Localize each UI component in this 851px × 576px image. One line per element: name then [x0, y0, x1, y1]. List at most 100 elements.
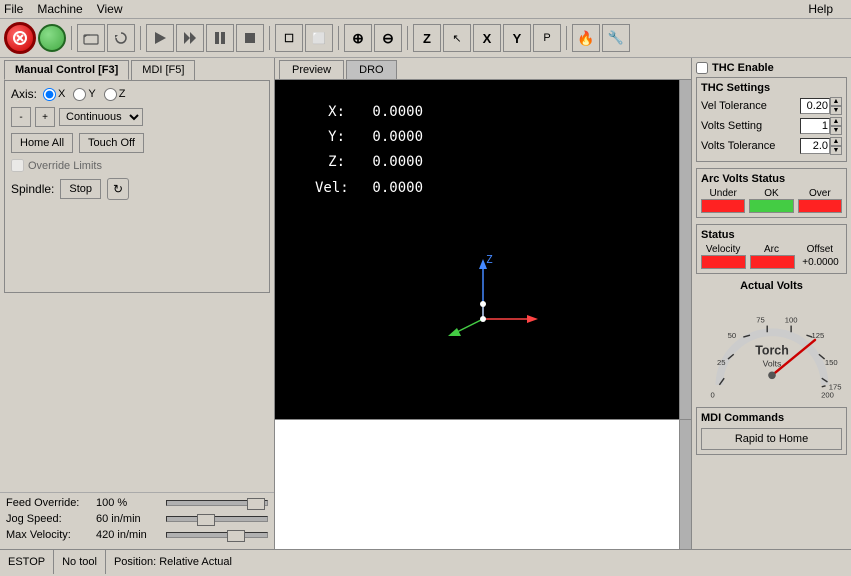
menu-machine[interactable]: Machine — [37, 2, 82, 16]
feed-override-value: 100 % — [96, 497, 166, 509]
vel-tolerance-input[interactable] — [800, 98, 830, 114]
open-button[interactable] — [77, 24, 105, 52]
tool-y[interactable]: Y — [503, 24, 531, 52]
thc-settings-frame: THC Settings Vel Tolerance ▲ ▼ Volts Set… — [696, 77, 847, 162]
tool-x[interactable]: X — [473, 24, 501, 52]
main-layout: Manual Control [F3] MDI [F5] Axis: X Y Z — [0, 58, 851, 549]
reload-button[interactable] — [107, 24, 135, 52]
menu-file[interactable]: File — [4, 2, 23, 16]
axis-x-radio[interactable]: X — [43, 88, 65, 101]
tool-z[interactable]: Z — [413, 24, 441, 52]
touch-off-button[interactable]: Touch Off — [79, 133, 144, 153]
arc-under-light — [701, 199, 745, 213]
feed-override-thumb[interactable] — [247, 498, 265, 510]
rapid-to-home-button[interactable]: Rapid to Home — [701, 428, 842, 450]
jog-speed-thumb[interactable] — [197, 514, 215, 526]
run-button[interactable] — [146, 24, 174, 52]
volts-tolerance-input[interactable] — [800, 138, 830, 154]
jog-speed-track[interactable] — [166, 516, 268, 522]
tool-btn-2[interactable]: ⬜ — [305, 24, 333, 52]
x-label: X: — [315, 100, 345, 125]
volts-tolerance-down[interactable]: ▼ — [830, 146, 842, 155]
volts-tolerance-up[interactable]: ▲ — [830, 137, 842, 146]
arc-status-labels: Under OK Over — [701, 188, 842, 199]
tab-mdi[interactable]: MDI [F5] — [131, 60, 195, 80]
mdi-title: MDI Commands — [701, 412, 842, 424]
vel-coord-row: Vel: 0.0000 — [315, 176, 423, 201]
vel-tolerance-spinbox: ▲ ▼ — [800, 97, 842, 115]
svg-text:25: 25 — [717, 358, 726, 367]
panel-tabs: Manual Control [F3] MDI [F5] — [0, 58, 274, 80]
log-area[interactable] — [275, 419, 691, 549]
manual-control-content: Axis: X Y Z - + Cont — [4, 80, 270, 293]
volts-setting-spinbox: ▲ ▼ — [800, 117, 842, 135]
volts-tolerance-spin-btns: ▲ ▼ — [830, 137, 842, 155]
arc-status-light — [750, 255, 795, 269]
jog-speed-value: 60 in/min — [96, 513, 166, 525]
arc-volts-frame: Arc Volts Status Under OK Over — [696, 168, 847, 218]
statusbar: ESTOP No tool Position: Relative Actual — [0, 549, 851, 574]
svg-text:200: 200 — [821, 390, 834, 399]
y-value: 0.0000 — [353, 125, 423, 150]
offset-label: Offset — [798, 244, 842, 255]
volts-setting-row: Volts Setting ▲ ▼ — [701, 117, 842, 135]
feed-override-row: Feed Override: 100 % — [6, 497, 268, 509]
gauge-title: Actual Volts — [740, 280, 803, 292]
feed-override-label: Feed Override: — [6, 497, 96, 509]
max-velocity-thumb[interactable] — [227, 530, 245, 542]
axis-z-radio[interactable]: Z — [104, 88, 126, 101]
jog-minus-button[interactable]: - — [11, 107, 31, 127]
volts-setting-input[interactable] — [800, 118, 830, 134]
volts-tolerance-label: Volts Tolerance — [701, 140, 775, 152]
spindle-icon[interactable]: ↻ — [107, 178, 129, 200]
viewport-scrollbar[interactable] — [679, 80, 691, 419]
arc-under-label: Under — [701, 188, 745, 199]
center-area: Preview DRO X: 0.0000 Y: 0.0000 Z: 0.000… — [275, 58, 691, 549]
jog-mode-select[interactable]: Continuous Incremental — [59, 108, 143, 126]
tab-preview[interactable]: Preview — [279, 60, 344, 79]
volts-setting-up[interactable]: ▲ — [830, 117, 842, 126]
tool-p[interactable]: P — [533, 24, 561, 52]
thc-enable-checkbox[interactable] — [696, 62, 708, 74]
estop-button[interactable] — [4, 22, 36, 54]
axis-y-radio[interactable]: Y — [73, 88, 95, 101]
vel-tolerance-up[interactable]: ▲ — [830, 97, 842, 106]
home-all-button[interactable]: Home All — [11, 133, 73, 153]
arc-volts-title: Arc Volts Status — [701, 173, 842, 185]
tool-btn-plus[interactable]: ⊕ — [344, 24, 372, 52]
status-labels: Velocity Arc Offset — [701, 244, 842, 255]
volts-setting-down[interactable]: ▼ — [830, 126, 842, 135]
tool-wrench[interactable]: 🔧 — [602, 24, 630, 52]
pause-button[interactable] — [206, 24, 234, 52]
tool-btn-minus[interactable]: ⊖ — [374, 24, 402, 52]
tool-fire[interactable]: 🔥 — [572, 24, 600, 52]
axis-label: Axis: — [11, 87, 43, 101]
svg-text:Z: Z — [486, 253, 493, 266]
svg-text:150: 150 — [824, 358, 837, 367]
tool-home[interactable]: ↖ — [443, 24, 471, 52]
axis-radio-group: X Y Z — [43, 88, 125, 101]
menu-view[interactable]: View — [97, 2, 123, 16]
max-velocity-track[interactable] — [166, 532, 268, 538]
power-button[interactable] — [38, 24, 66, 52]
menubar: File Machine View Help — [0, 0, 851, 19]
vel-tolerance-down[interactable]: ▼ — [830, 106, 842, 115]
volts-tolerance-row: Volts Tolerance ▲ ▼ — [701, 137, 842, 155]
spindle-row: Spindle: Stop ↻ — [11, 178, 263, 200]
feed-override-track[interactable] — [166, 500, 268, 506]
override-limits-checkbox[interactable] — [11, 159, 24, 172]
tab-manual[interactable]: Manual Control [F3] — [4, 60, 129, 80]
stop-toolbar-button[interactable] — [236, 24, 264, 52]
tab-dro[interactable]: DRO — [346, 60, 396, 79]
thc-enable-label: THC Enable — [712, 62, 774, 74]
spindle-stop-button[interactable]: Stop — [60, 179, 101, 199]
override-limits-label: Override Limits — [28, 160, 102, 172]
toolbar-sep-2 — [140, 26, 141, 50]
jog-speed-label: Jog Speed: — [6, 513, 96, 525]
run-fast-button[interactable] — [176, 24, 204, 52]
log-scrollbar[interactable] — [679, 420, 691, 549]
jog-plus-button[interactable]: + — [35, 107, 55, 127]
tool-btn-1[interactable]: ☐ — [275, 24, 303, 52]
menu-help[interactable]: Help — [808, 2, 833, 16]
max-velocity-value: 420 in/min — [96, 529, 166, 541]
